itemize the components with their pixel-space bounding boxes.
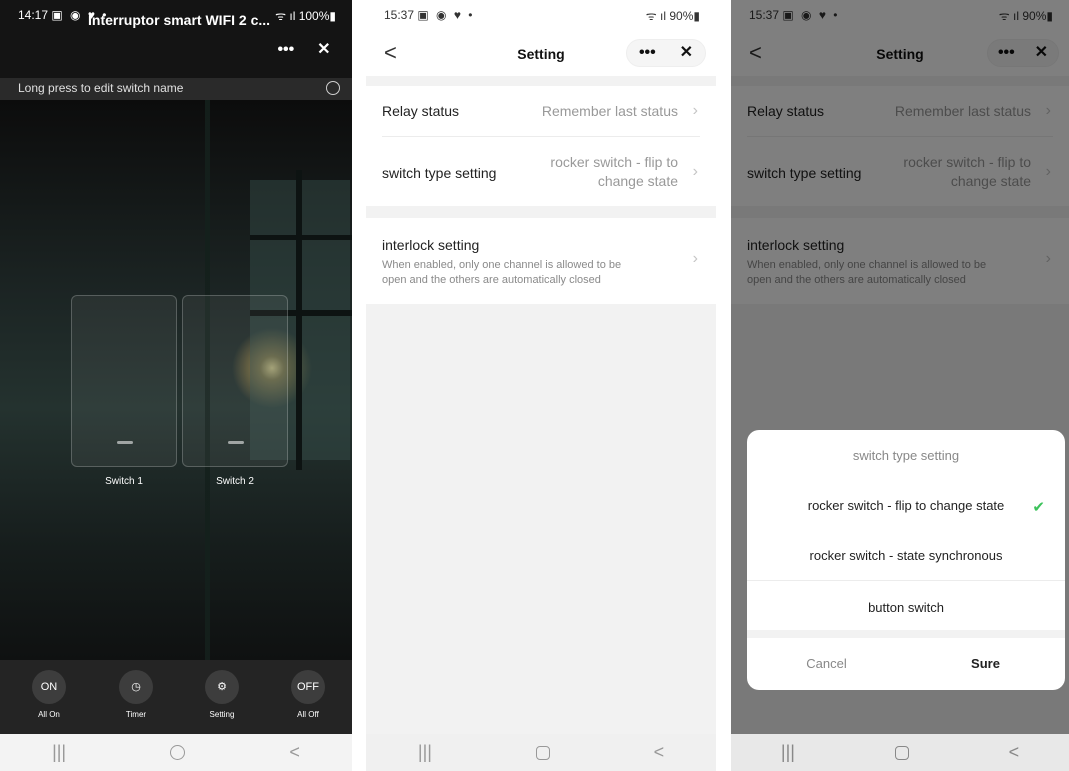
switch-type-row[interactable]: switch type setting rocker switch - flip…	[382, 137, 700, 206]
system-nav-bar: ||| <	[0, 734, 352, 771]
cancel-button[interactable]: Cancel	[747, 656, 906, 671]
sheet-gap	[747, 630, 1065, 638]
switch-type-value: rocker switch - flip to change state	[550, 153, 678, 191]
power-on-icon: ON	[32, 670, 66, 704]
chevron-right-icon: ›	[692, 163, 698, 180]
interlock-desc: When enabled, only one channel is allowe…	[382, 258, 672, 288]
status-left-icons: ▣ ◉ ♥ •	[417, 8, 475, 22]
interlock-desc-line2: open and the others are automatically cl…	[382, 274, 601, 286]
status-right-icons: ᯤ ıl 100%▮	[275, 8, 336, 23]
settings-card: interlock setting When enabled, only one…	[366, 218, 716, 304]
switch-2-button[interactable]	[182, 295, 288, 467]
switch-2-label: Switch 2	[216, 476, 254, 487]
option-flip-to-change[interactable]: rocker switch - flip to change state ✔	[747, 498, 1065, 516]
status-time: 14:17	[18, 8, 49, 22]
picker-title: switch type setting	[852, 448, 960, 463]
mini-program-capsule: ••• ✕	[266, 36, 342, 64]
close-button[interactable]: ✕	[317, 42, 330, 58]
switch-type-value-line1: rocker switch - flip to	[550, 154, 678, 170]
chevron-right-icon: ›	[692, 250, 698, 267]
nav-back-button[interactable]: <	[1009, 742, 1020, 763]
settings-screen-with-picker: 15:37 ▣ ◉ ♥ • ᯤ ıl 90%▮ < Setting ••• ✕ …	[731, 0, 1069, 771]
device-title: Interruptor smart WIFI 2 c...	[88, 12, 271, 28]
status-time: 15:37	[384, 8, 415, 22]
recents-button[interactable]: |||	[418, 742, 432, 763]
close-button[interactable]: ✕	[680, 45, 693, 61]
option-button-switch[interactable]: button switch	[747, 600, 1065, 615]
settings-card: Relay status Remember last status › swit…	[366, 86, 716, 206]
switch-type-label: switch type setting	[382, 165, 497, 181]
switch-type-value-line2: change state	[597, 173, 678, 189]
all-on-label: All On	[38, 710, 60, 719]
setting-label: Setting	[209, 710, 235, 719]
home-button[interactable]	[170, 745, 186, 760]
relay-status-row[interactable]: Relay status Remember last status ›	[382, 86, 700, 136]
check-icon: ✔	[1032, 499, 1045, 516]
home-button[interactable]	[894, 745, 909, 760]
switch-indicator	[228, 441, 244, 444]
home-button[interactable]	[535, 745, 550, 760]
gear-icon: ⚙	[205, 670, 239, 704]
chevron-right-icon: ›	[692, 102, 698, 119]
setting-button[interactable]: ⚙ Setting	[197, 670, 247, 719]
timer-button[interactable]: ◷ Timer	[111, 670, 161, 719]
mini-program-capsule: ••• ✕	[626, 39, 706, 67]
sure-button[interactable]: Sure	[906, 656, 1065, 671]
nav-back-button[interactable]: <	[289, 742, 300, 763]
option-label: rocker switch - flip to change state	[807, 498, 1005, 513]
window-frame-bar	[296, 170, 302, 470]
divider	[747, 580, 1065, 581]
all-off-button[interactable]: OFF All Off	[283, 670, 333, 719]
hint-text: Long press to edit switch name	[18, 81, 184, 95]
recents-button[interactable]: |||	[781, 742, 795, 763]
status-right-icons: ᯤ ıl 90%▮	[645, 8, 700, 23]
switch-indicator	[117, 441, 133, 444]
window-frame-bar	[250, 235, 352, 240]
recents-button[interactable]: |||	[52, 742, 66, 763]
edit-icon[interactable]	[326, 81, 340, 95]
more-button[interactable]: •••	[277, 42, 294, 58]
interlock-desc-line1: When enabled, only one channel is allowe…	[382, 259, 622, 271]
system-nav-bar: ||| <	[366, 734, 716, 771]
bottom-toolbar: ON All On ◷ Timer ⚙ Setting OFF All Off	[0, 660, 352, 734]
edit-name-hint: Long press to edit switch name	[0, 78, 352, 100]
clock-icon: ◷	[119, 670, 153, 704]
option-label: rocker switch - state synchronous	[809, 548, 1003, 563]
settings-header: < Setting ••• ✕	[366, 30, 716, 76]
nav-back-button[interactable]: <	[654, 742, 665, 763]
power-off-icon: OFF	[291, 670, 325, 704]
settings-screen: 15:37 ▣ ◉ ♥ • ᯤ ıl 90%▮ < Setting ••• ✕ …	[366, 0, 716, 771]
option-state-synchronous[interactable]: rocker switch - state synchronous	[747, 548, 1065, 563]
relay-status-value: Remember last status	[541, 103, 678, 119]
timer-label: Timer	[125, 710, 147, 719]
more-button[interactable]: •••	[639, 45, 656, 61]
status-bar: 15:37 ▣ ◉ ♥ • ᯤ ıl 90%▮	[366, 0, 716, 30]
switch-control-screen: 14:17 ▣ ◉ ♥ • ᯤ ıl 100%▮ Interruptor sma…	[0, 0, 352, 771]
all-on-button[interactable]: ON All On	[24, 670, 74, 719]
interlock-label: interlock setting	[382, 237, 480, 253]
switch-type-picker: switch type setting rocker switch - flip…	[747, 430, 1065, 690]
all-off-label: All Off	[297, 710, 319, 719]
option-label: button switch	[868, 600, 944, 615]
switch-1-label: Switch 1	[105, 476, 143, 487]
interlock-row[interactable]: interlock setting When enabled, only one…	[382, 218, 700, 304]
relay-status-label: Relay status	[382, 103, 460, 119]
system-nav-bar: ||| <	[731, 734, 1069, 771]
switch-1-button[interactable]	[71, 295, 177, 467]
